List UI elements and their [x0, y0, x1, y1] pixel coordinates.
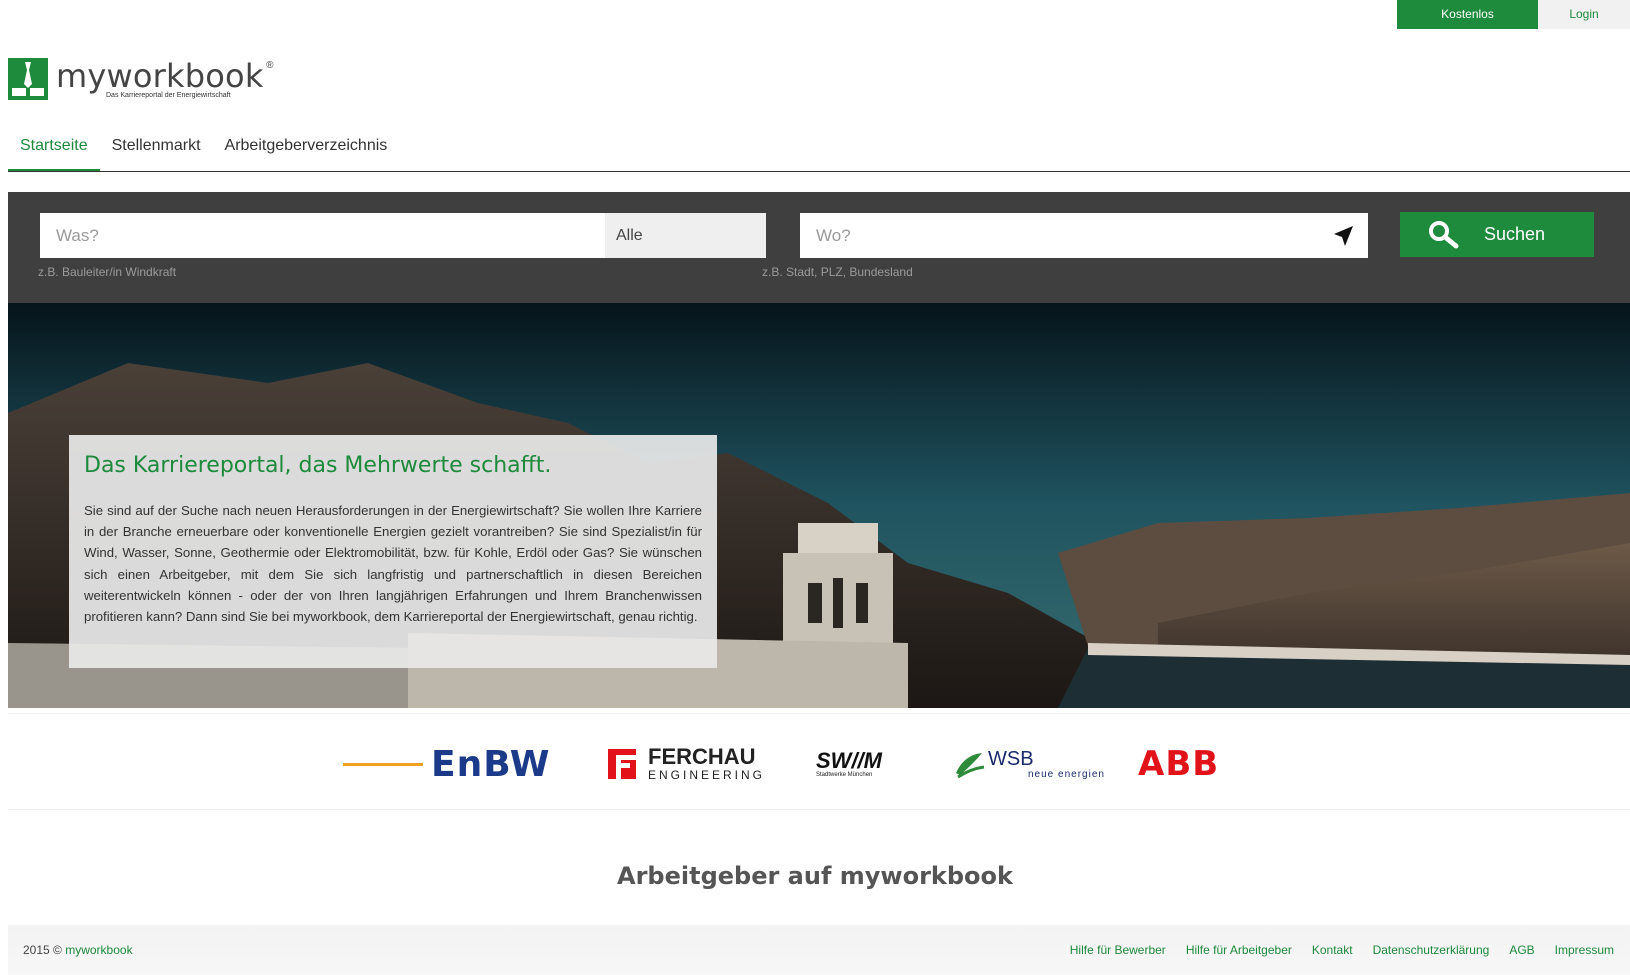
search-button[interactable]: Suchen: [1400, 212, 1594, 257]
copyright: 2015 © myworkbook: [23, 943, 133, 957]
hero-banner: Das Karriereportal, das Mehrwerte schaff…: [8, 303, 1630, 708]
registered-mark: ®: [266, 60, 274, 71]
swm-logo[interactable]: SW//M Stadtwerke München: [816, 744, 882, 784]
wsb-sub: neue energien: [1028, 768, 1105, 780]
account-bar: Kostenlos registrieren Login: [1397, 0, 1630, 50]
search-panel: Alle z.B. Bauleiter/in Windkraft z.B. St…: [8, 192, 1630, 303]
wsb-name: WSB: [988, 747, 1034, 770]
wsb-logo[interactable]: WSB neue energien: [954, 744, 1105, 784]
footer-link-agb[interactable]: AGB: [1509, 943, 1534, 957]
ferchau-name: FERCHAU: [648, 744, 756, 769]
copyright-brand-link[interactable]: myworkbook: [65, 943, 132, 957]
abb-logo[interactable]: ABB: [1138, 744, 1219, 784]
employers-section-title: Arbeitgeber auf myworkbook: [617, 862, 1013, 890]
tab-stellenmarkt[interactable]: Stellenmarkt: [100, 135, 213, 171]
category-select[interactable]: Alle: [605, 213, 766, 258]
footer-links: Hilfe für Bewerber Hilfe für Arbeitgeber…: [1070, 943, 1614, 957]
copyright-text: 2015 ©: [23, 943, 62, 957]
swm-name: SW//M: [816, 748, 882, 773]
register-button[interactable]: Kostenlos registrieren: [1397, 0, 1538, 50]
logo-name: myworkbook: [56, 57, 264, 95]
what-input[interactable]: [40, 213, 605, 258]
location-arrow-icon[interactable]: [1332, 225, 1354, 247]
footer-link-hilfe-bewerber[interactable]: Hilfe für Bewerber: [1070, 943, 1166, 957]
footer-link-kontakt[interactable]: Kontakt: [1312, 943, 1353, 957]
footer-link-hilfe-arbeitgeber[interactable]: Hilfe für Arbeitgeber: [1186, 943, 1292, 957]
swm-sub: Stadtwerke München: [816, 772, 873, 778]
ferchau-mark-icon: [608, 749, 636, 779]
main-nav: Startseite Stellenmarkt Arbeitgeberverze…: [8, 135, 1630, 172]
search-button-label: Suchen: [1484, 224, 1546, 244]
enbw-logo[interactable]: EnBW: [343, 743, 551, 785]
login-button[interactable]: Login: [1538, 0, 1630, 29]
hero-text: Sie sind auf der Suche nach neuen Heraus…: [84, 503, 702, 625]
hero-intro-box: Das Karriereportal, das Mehrwerte schaff…: [69, 435, 717, 668]
where-hint: z.B. Stadt, PLZ, Bundesland: [762, 265, 913, 279]
tab-arbeitgeberverzeichnis[interactable]: Arbeitgeberverzeichnis: [213, 135, 400, 171]
what-field: [40, 213, 605, 258]
logo-wordmark: myworkbook ® Das Karriereportal der Ener…: [56, 57, 274, 99]
book-logo-icon: [8, 58, 48, 100]
ferchau-sub: ENGINEERING: [648, 768, 766, 782]
site-logo[interactable]: myworkbook ® Das Karriereportal der Ener…: [8, 57, 274, 100]
page: Kostenlos registrieren Login myworkbook …: [0, 0, 1630, 975]
tab-startseite[interactable]: Startseite: [8, 135, 100, 171]
what-hint: z.B. Bauleiter/in Windkraft: [38, 265, 177, 279]
wsb-leaf-icon: [956, 753, 985, 779]
footer: 2015 © myworkbook Hilfe für Bewerber Hil…: [8, 925, 1630, 975]
abb-name: ABB: [1138, 744, 1220, 784]
enbw-line: [343, 762, 423, 766]
where-field: [800, 213, 1368, 258]
hero-title: Das Karriereportal, das Mehrwerte schaff…: [84, 453, 552, 478]
ferchau-logo[interactable]: FERCHAU ENGINEERING: [608, 744, 765, 784]
enbw-name: EnBW: [431, 743, 551, 785]
footer-link-impressum[interactable]: Impressum: [1555, 943, 1614, 957]
search-icon: [1429, 220, 1459, 248]
where-input[interactable]: [800, 213, 1368, 258]
footer-link-datenschutz[interactable]: Datenschutzerklärung: [1373, 943, 1490, 957]
partner-logos: EnBW FERCHAU ENGINEERING SW//M Stadtwerk…: [8, 713, 1630, 810]
